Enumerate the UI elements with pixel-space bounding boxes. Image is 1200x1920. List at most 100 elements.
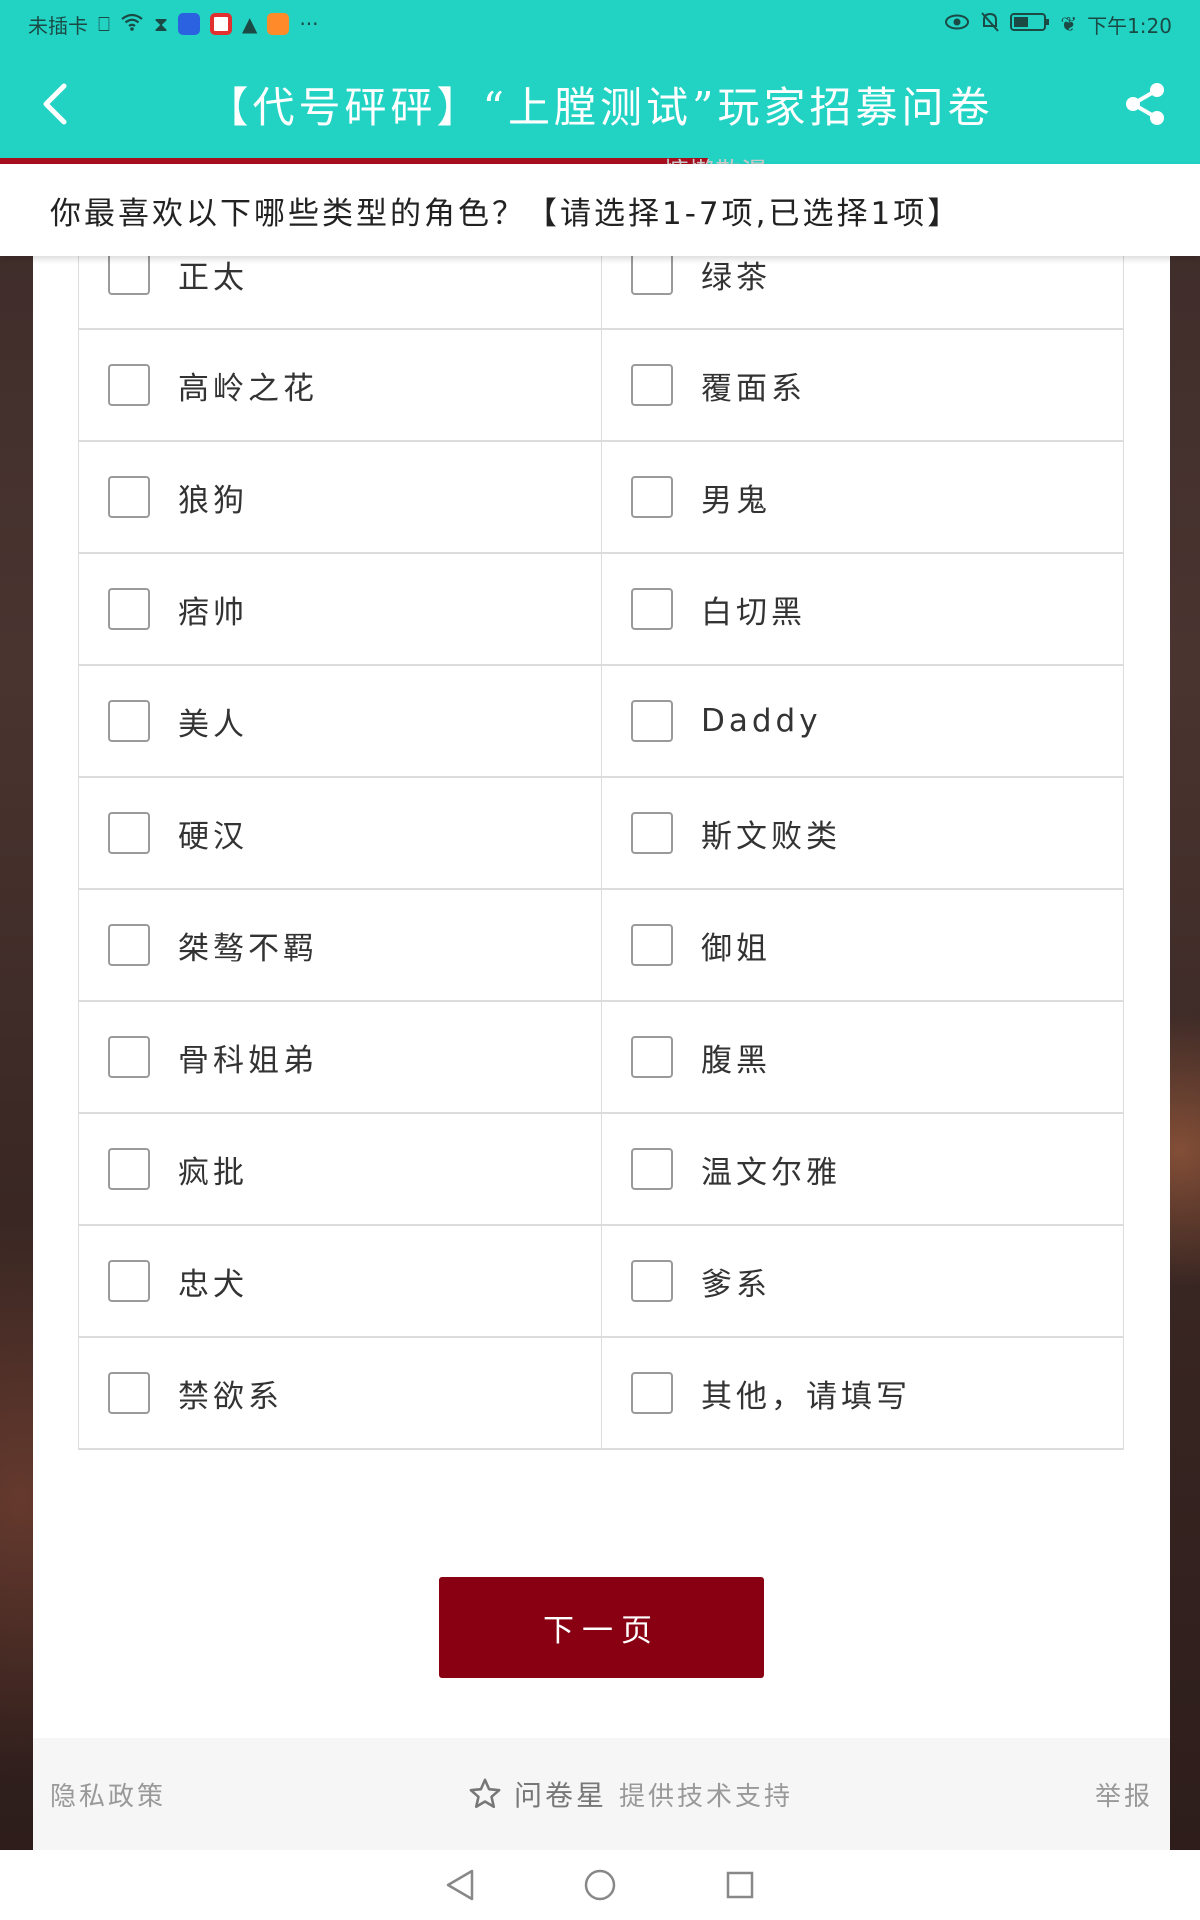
nav-recents-button[interactable] bbox=[715, 1860, 765, 1910]
back-button[interactable] bbox=[0, 48, 110, 160]
option-item[interactable]: 痞帅 bbox=[79, 554, 601, 664]
option-item[interactable]: 骨科姐弟 bbox=[79, 1002, 601, 1112]
footer: 隐私政策 问卷星 提供技术支持 举报 bbox=[33, 1738, 1170, 1850]
option-row: 硬汉 斯文败类 bbox=[79, 778, 1123, 890]
leaf-icon: ❦ bbox=[1060, 12, 1078, 36]
more-dots-icon: ··· bbox=[299, 12, 319, 36]
option-item[interactable]: 禁欲系 bbox=[79, 1338, 601, 1448]
battery-icon bbox=[1010, 12, 1050, 37]
option-item[interactable]: 腹黑 bbox=[601, 1002, 1123, 1112]
triangle-back-icon bbox=[446, 1869, 474, 1901]
option-checkbox[interactable] bbox=[631, 700, 673, 742]
option-label: 禁欲系 bbox=[178, 1378, 283, 1415]
hourglass-icon: ⧗ bbox=[154, 12, 169, 36]
option-row: 禁欲系 其他，请填写 bbox=[79, 1338, 1123, 1450]
report-link[interactable]: 举报 bbox=[1095, 1776, 1153, 1813]
option-checkbox[interactable] bbox=[108, 924, 150, 966]
chevron-left-icon bbox=[43, 83, 67, 125]
option-item[interactable]: 硬汉 bbox=[79, 778, 601, 888]
option-item[interactable]: Daddy bbox=[601, 666, 1123, 776]
option-checkbox[interactable] bbox=[631, 1260, 673, 1302]
option-checkbox[interactable] bbox=[108, 588, 150, 630]
option-label: 疯批 bbox=[178, 1154, 248, 1191]
option-item[interactable]: 高岭之花 bbox=[79, 330, 601, 440]
status-right: ❦ 下午1:20 bbox=[944, 10, 1172, 39]
option-item[interactable]: 御姐 bbox=[601, 890, 1123, 1000]
option-label: 忠犬 bbox=[178, 1266, 248, 1303]
option-label: Daddy bbox=[701, 703, 822, 739]
share-button[interactable] bbox=[1090, 48, 1200, 160]
option-item[interactable]: 疯批 bbox=[79, 1114, 601, 1224]
option-item[interactable]: 温文尔雅 bbox=[601, 1114, 1123, 1224]
option-row: 骨科姐弟 腹黑 bbox=[79, 1002, 1123, 1114]
privacy-policy-link[interactable]: 隐私政策 bbox=[50, 1776, 166, 1813]
option-label: 桀骜不羁 bbox=[178, 930, 318, 967]
option-label: 美人 bbox=[178, 706, 248, 743]
option-item[interactable]: 斯文败类 bbox=[601, 778, 1123, 888]
app-video-icon bbox=[267, 13, 290, 35]
share-icon bbox=[1126, 83, 1164, 125]
option-checkbox[interactable] bbox=[108, 1036, 150, 1078]
option-checkbox[interactable] bbox=[631, 1372, 673, 1414]
option-row: 疯批 温文尔雅 bbox=[79, 1114, 1123, 1226]
option-label: 御姐 bbox=[701, 930, 771, 967]
next-page-button[interactable]: 下一页 bbox=[439, 1577, 764, 1678]
options-grid: 正太 绿茶 高岭之花 覆面系 狼狗 男鬼 痞帅 白切黑 美人 Daddy 硬汉 斯文败类 桀骜不羁 御姐骨… bbox=[78, 220, 1124, 1450]
option-label: 覆面系 bbox=[701, 370, 806, 407]
status-bar: 未插卡 ⎕ ⧗ ▲ ··· ❦ 下午1:20 bbox=[0, 0, 1200, 48]
option-label: 爹系 bbox=[701, 1266, 771, 1303]
option-checkbox[interactable] bbox=[631, 588, 673, 630]
app-shield-icon bbox=[178, 13, 201, 35]
option-label: 男鬼 bbox=[701, 482, 771, 519]
option-checkbox[interactable] bbox=[108, 700, 150, 742]
option-checkbox[interactable] bbox=[108, 1260, 150, 1302]
option-checkbox[interactable] bbox=[108, 1148, 150, 1190]
option-checkbox[interactable] bbox=[631, 1036, 673, 1078]
option-checkbox[interactable] bbox=[631, 924, 673, 966]
option-item[interactable]: 爹系 bbox=[601, 1226, 1123, 1336]
wifi-icon bbox=[120, 12, 144, 37]
option-checkbox[interactable] bbox=[108, 1372, 150, 1414]
option-checkbox[interactable] bbox=[631, 364, 673, 406]
option-checkbox[interactable] bbox=[631, 476, 673, 518]
option-checkbox[interactable] bbox=[108, 364, 150, 406]
nav-home-button[interactable] bbox=[575, 1860, 625, 1910]
option-label: 斯文败类 bbox=[701, 818, 841, 855]
next-page-label: 下一页 bbox=[543, 1613, 660, 1649]
option-checkbox[interactable] bbox=[108, 812, 150, 854]
system-nav-bar bbox=[0, 1850, 1200, 1920]
option-row: 美人 Daddy bbox=[79, 666, 1123, 778]
option-label: 温文尔雅 bbox=[701, 1154, 841, 1191]
mute-bell-icon bbox=[980, 11, 1000, 38]
option-checkbox[interactable] bbox=[631, 1148, 673, 1190]
option-item[interactable]: 桀骜不羁 bbox=[79, 890, 601, 1000]
option-item[interactable]: 其他，请填写 bbox=[601, 1338, 1123, 1448]
option-label: 其他，请填写 bbox=[701, 1378, 911, 1415]
brand-name[interactable]: 问卷星 bbox=[514, 1774, 607, 1814]
option-checkbox[interactable] bbox=[631, 253, 673, 295]
option-row: 高岭之花 覆面系 bbox=[79, 330, 1123, 442]
option-item[interactable]: 白切黑 bbox=[601, 554, 1123, 664]
option-label: 正太 bbox=[178, 259, 248, 296]
option-item[interactable]: 覆面系 bbox=[601, 330, 1123, 440]
option-checkbox[interactable] bbox=[108, 253, 150, 295]
status-left: 未插卡 ⎕ ⧗ ▲ ··· bbox=[28, 10, 319, 39]
option-row: 痞帅 白切黑 bbox=[79, 554, 1123, 666]
circle-home-icon bbox=[584, 1869, 616, 1901]
footer-brand: 问卷星 提供技术支持 bbox=[468, 1774, 793, 1814]
option-checkbox[interactable] bbox=[631, 812, 673, 854]
option-item[interactable]: 忠犬 bbox=[79, 1226, 601, 1336]
nav-back-button[interactable] bbox=[435, 1860, 485, 1910]
support-text: 提供技术支持 bbox=[619, 1781, 794, 1812]
question-title: 你最喜欢以下哪些类型的角色？【请选择1-7项,已选择1项】 bbox=[0, 164, 1200, 256]
notification-icon: ⎕ bbox=[98, 12, 110, 36]
option-item[interactable]: 男鬼 bbox=[601, 442, 1123, 552]
app-header: 【代号砰砰】“上膛测试”玩家招募问卷 bbox=[0, 48, 1200, 160]
option-label: 骨科姐弟 bbox=[178, 1042, 318, 1079]
qq-icon: ▲ bbox=[242, 12, 258, 36]
option-item[interactable]: 狼狗 bbox=[79, 442, 601, 552]
option-checkbox[interactable] bbox=[108, 476, 150, 518]
option-label: 高岭之花 bbox=[178, 370, 318, 407]
sim-status: 未插卡 bbox=[28, 13, 88, 38]
option-item[interactable]: 美人 bbox=[79, 666, 601, 776]
